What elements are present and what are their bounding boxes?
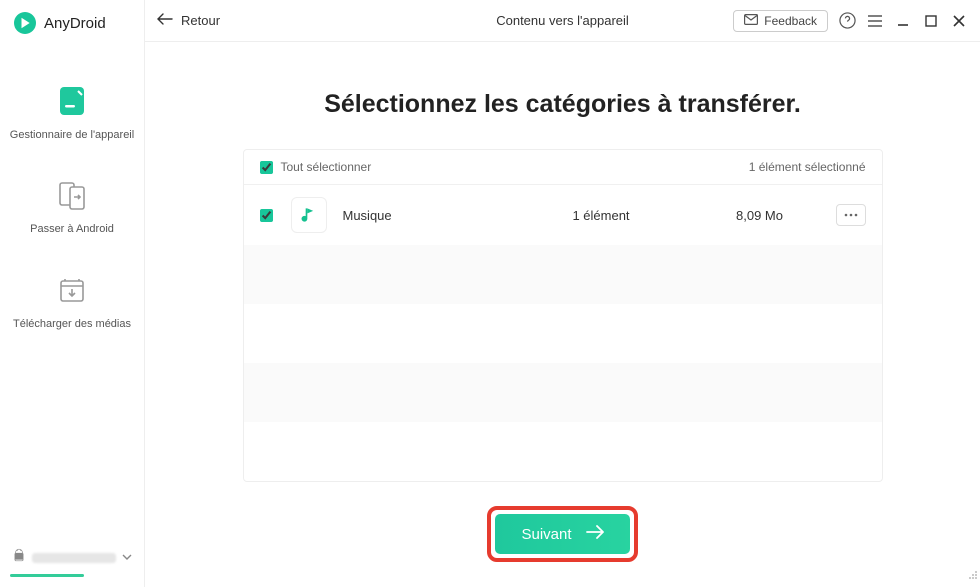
maximize-button[interactable] — [922, 12, 940, 30]
feedback-label: Feedback — [764, 14, 817, 28]
device-manager-icon — [55, 84, 89, 118]
category-name: Musique — [343, 208, 503, 223]
page-title: Contenu vers l'appareil — [496, 13, 629, 28]
sidebar-item-switch-android[interactable]: Passer à Android — [0, 178, 144, 236]
feedback-button[interactable]: Feedback — [733, 10, 828, 32]
android-icon — [12, 548, 26, 567]
next-highlight: Suivant — [487, 506, 637, 562]
sidebar-item-label: Télécharger des médias — [13, 317, 131, 331]
device-switcher[interactable] — [10, 544, 134, 577]
topbar: Retour Contenu vers l'appareil Feedback — [145, 0, 980, 42]
chevron-down-icon — [122, 549, 132, 567]
device-name-blurred — [32, 553, 116, 563]
sidebar-item-device-manager[interactable]: Gestionnaire de l'appareil — [0, 84, 144, 142]
back-label: Retour — [181, 13, 220, 28]
select-all-checkbox[interactable] — [260, 161, 273, 174]
category-count: 1 élément — [503, 208, 700, 223]
back-button[interactable]: Retour — [157, 13, 220, 28]
help-button[interactable] — [838, 12, 856, 30]
minimize-button[interactable] — [894, 12, 912, 30]
brand: AnyDroid — [0, 0, 144, 46]
category-row: Musique 1 élément 8,09 Mo — [244, 185, 882, 245]
switch-android-icon — [55, 178, 89, 212]
select-all-label: Tout sélectionner — [281, 160, 372, 174]
more-button[interactable] — [836, 204, 866, 226]
brand-name: AnyDroid — [44, 15, 106, 32]
headline: Sélectionnez les catégories à transférer… — [324, 90, 801, 119]
next-button[interactable]: Suivant — [495, 514, 629, 554]
sidebar-item-download-media[interactable]: Télécharger des médias — [0, 273, 144, 331]
sidebar-nav: Gestionnaire de l'appareil Passer à Andr… — [0, 46, 144, 331]
selected-count: 1 élément sélectionné — [749, 160, 866, 174]
download-media-icon — [55, 273, 89, 307]
music-icon — [291, 197, 327, 233]
arrow-left-icon — [157, 13, 173, 28]
arrow-right-icon — [586, 525, 604, 543]
panel-header: Tout sélectionner 1 élément sélectionné — [244, 150, 882, 185]
close-button[interactable] — [950, 12, 968, 30]
category-size: 8,09 Mo — [700, 208, 820, 223]
sidebar-item-label: Gestionnaire de l'appareil — [10, 128, 134, 142]
sidebar: AnyDroid Gestionnaire de l'appareil Pass… — [0, 0, 145, 587]
brand-logo-icon — [14, 12, 36, 34]
category-panel: Tout sélectionner 1 élément sélectionné … — [243, 149, 883, 482]
mail-icon — [744, 14, 758, 28]
empty-row — [244, 422, 882, 481]
menu-button[interactable] — [866, 12, 884, 30]
empty-row — [244, 304, 882, 363]
resize-grip-icon[interactable] — [968, 567, 978, 585]
empty-row — [244, 245, 882, 304]
empty-row — [244, 363, 882, 422]
main: Retour Contenu vers l'appareil Feedback — [145, 0, 980, 587]
storage-bar — [10, 574, 84, 577]
sidebar-item-label: Passer à Android — [30, 222, 114, 236]
content: Sélectionnez les catégories à transférer… — [145, 42, 980, 587]
row-checkbox[interactable] — [260, 209, 273, 222]
next-label: Suivant — [521, 526, 571, 543]
